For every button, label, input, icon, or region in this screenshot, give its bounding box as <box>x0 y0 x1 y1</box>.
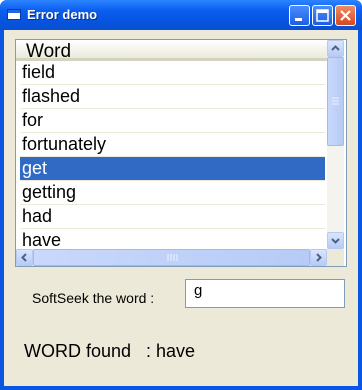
maximize-button[interactable] <box>312 5 333 26</box>
list-item[interactable]: fortunately <box>20 133 325 157</box>
maximize-icon <box>316 9 329 22</box>
list-item-label: have <box>22 230 62 250</box>
close-button[interactable] <box>335 5 356 26</box>
minimize-button[interactable] <box>289 5 310 26</box>
list-item[interactable]: had <box>20 205 325 229</box>
scroll-down-button[interactable] <box>327 232 344 249</box>
vertical-scroll-thumb[interactable] <box>327 57 344 146</box>
column-header-word[interactable]: Word <box>16 40 327 62</box>
list-item-label: flashed <box>22 86 81 106</box>
grip-icon <box>167 254 178 261</box>
list-item-label: had <box>22 206 53 226</box>
list-item[interactable]: getting <box>20 181 325 205</box>
search-input[interactable]: g <box>185 279 345 308</box>
list-item[interactable]: get <box>20 157 325 181</box>
horizontal-scroll-thumb[interactable] <box>33 249 310 266</box>
minimize-icon <box>295 18 302 21</box>
horizontal-scrollbar[interactable] <box>16 249 327 266</box>
window-frame-bottom <box>0 386 362 390</box>
close-icon <box>340 10 351 21</box>
column-header-label: Word <box>26 41 72 62</box>
chevron-up-icon <box>331 45 340 51</box>
search-label: SoftSeek the word : <box>32 290 155 306</box>
scroll-left-button[interactable] <box>16 249 33 266</box>
window-title: Error demo <box>27 7 98 22</box>
chevron-left-icon <box>21 253 27 262</box>
word-list[interactable]: Word field flashed for fortunately get gettin… <box>15 39 347 267</box>
scroll-up-button[interactable] <box>327 40 344 57</box>
title-bar[interactable]: Error demo <box>0 0 362 30</box>
list-item-label: field <box>22 62 56 82</box>
scroll-right-button[interactable] <box>310 249 327 266</box>
list-item-label: fortunately <box>22 134 107 154</box>
vertical-scrollbar[interactable] <box>327 40 344 249</box>
grip-icon <box>332 97 339 105</box>
chevron-right-icon <box>316 253 322 262</box>
list-item-label: get <box>22 158 48 178</box>
app-window: Error demo Word field flashed for fortunate… <box>0 0 362 390</box>
chevron-down-icon <box>331 238 340 244</box>
scrollbar-corner <box>327 249 344 266</box>
list-item[interactable]: for <box>20 109 325 133</box>
list-item[interactable]: flashed <box>20 85 325 109</box>
window-app-icon <box>7 9 21 20</box>
result-text: WORD found : have <box>24 341 196 361</box>
list-item-label: getting <box>22 182 77 202</box>
client-area: Word field flashed for fortunately get gettin… <box>4 30 358 386</box>
list-item-label: for <box>22 110 44 130</box>
list-item[interactable]: field <box>20 61 325 85</box>
